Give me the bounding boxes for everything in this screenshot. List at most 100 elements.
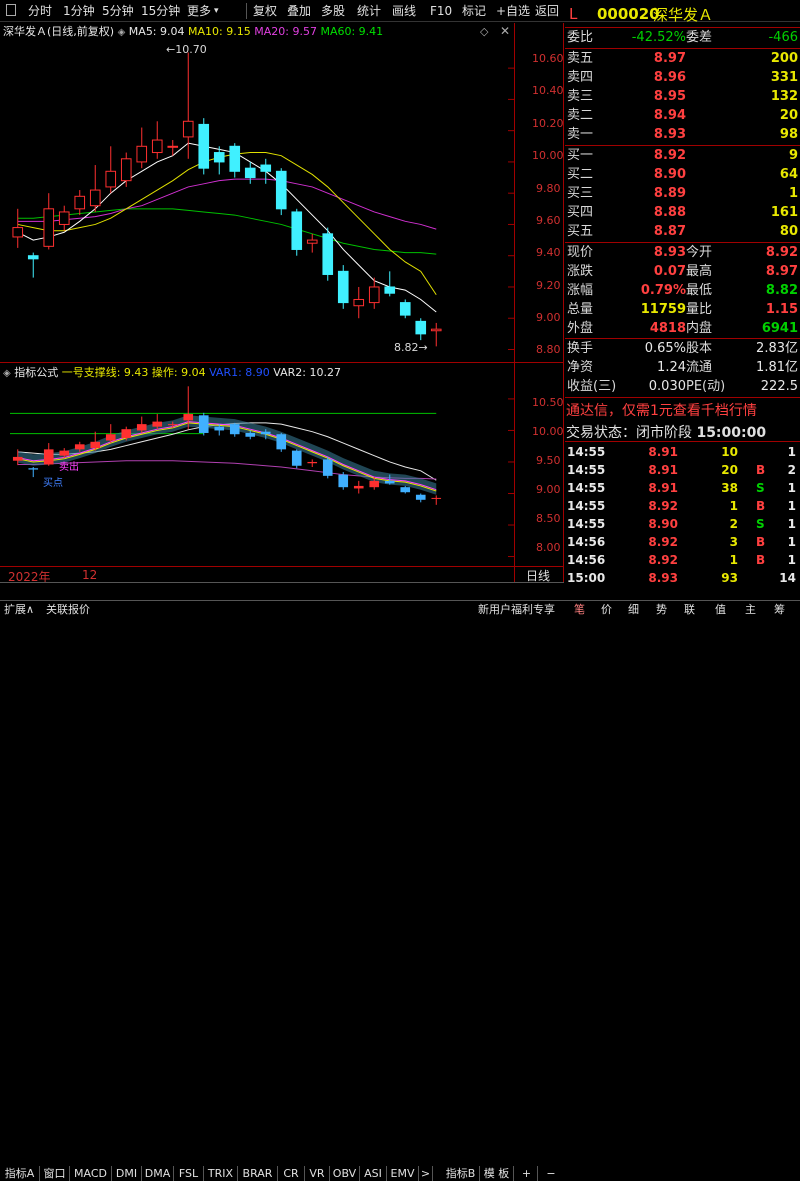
tick-direction: S [756,481,765,495]
indicator-settings-icon[interactable]: ◈ [3,368,11,379]
stat-value: 8.92 [765,245,798,260]
toolbar-btn-duogu[interactable]: 多股 [321,0,345,22]
stat-label: PE(动) [686,379,726,394]
side-tab-shi[interactable]: 势 [656,602,667,618]
stat-value: 222.5 [760,379,798,394]
ind-candle-body [198,415,209,433]
tab-add[interactable]: + [516,1166,538,1181]
candle-body [229,145,241,172]
toolbar-btn-fuquan[interactable]: 复权 [253,0,277,22]
tick-side: 1 [787,517,796,531]
tick-direction: B [756,535,766,549]
tab-window[interactable]: 窗口 [40,1166,70,1181]
price-tick: 9.40 [536,246,561,259]
tab-template[interactable]: 模 板 [480,1166,514,1181]
candle-body [275,170,287,210]
tab-emv[interactable]: EMV [387,1166,419,1181]
weibi-value: -42.52% [631,30,686,45]
side-tab-xi[interactable]: 细 [628,602,639,618]
ind-candle-body [276,434,287,450]
toolbar-btn-f10[interactable]: F10 [430,0,452,22]
tab-obv[interactable]: OBV [330,1166,360,1181]
ind-tick: 9.50 [536,454,561,467]
divider [565,397,800,398]
side-tab-jia[interactable]: 价 [601,602,612,618]
side-tab-chou[interactable]: 筹 [774,602,785,618]
promo-link[interactable]: 新用户福利专享 [478,602,555,618]
stat-label: 涨跌 [567,264,594,279]
weicha-label: 委差 [686,30,713,45]
ma20-label: MA20: 9.57 [254,25,317,38]
tab-fsl[interactable]: FSL [174,1166,204,1181]
ask-row: 卖五 8.97 200 [566,50,798,68]
settings-icon[interactable]: ◈ [118,27,126,38]
tab-next[interactable]: > [419,1166,433,1181]
tab-asi[interactable]: ASI [360,1166,387,1181]
tick-row: 14:55 8.91 38 S 1 [566,479,798,497]
tab-macd[interactable]: MACD [70,1166,112,1181]
toolbar-btn-back[interactable]: 返回 [535,0,559,22]
ask-row: 卖二 8.94 20 [566,107,798,125]
tab-cr[interactable]: CR [278,1166,305,1181]
candle-body [291,211,303,250]
side-tab-zhi[interactable]: 值 [715,602,726,618]
tab-vr[interactable]: VR [305,1166,330,1181]
toolbar-btn-zixuan[interactable]: +自选 [496,0,530,22]
stat-row: 涨跌 0.07 最高 8.97 [566,263,798,281]
tab-dma[interactable]: DMA [142,1166,174,1181]
toolbar-btn-5min[interactable]: 5分钟 [102,0,134,22]
stat-label: 股本 [686,341,713,356]
chevron-down-icon[interactable]: ▾ [214,0,219,22]
bid-row: 买三 8.89 1 [566,185,798,203]
tab-indicator-a[interactable]: 指标A [0,1166,40,1181]
bid-row: 买二 8.90 64 [566,166,798,184]
toolbar-btn-fenshi[interactable]: 分时 [28,0,52,22]
price-chart[interactable] [0,40,514,362]
tab-brar[interactable]: BRAR [238,1166,278,1181]
stat-row: 现价 8.93 今开 8.92 [566,244,798,262]
tab-remove[interactable]: − [540,1166,562,1181]
toolbar-btn-more[interactable]: 更多 [187,0,211,22]
ask-price: 8.94 [653,108,686,123]
candle-body [27,255,39,260]
toolbar-btn-huaxian[interactable]: 画线 [392,0,416,22]
chart-options-icon[interactable]: ◇ [480,25,488,38]
candle-body [167,145,179,148]
tab-indicator-b[interactable]: 指标B [442,1166,480,1181]
tick-row: 15:00 8.93 93 14 [566,569,798,587]
expand-button[interactable]: 扩展∧ [4,602,34,618]
promo-banner[interactable]: 通达信，仅需1元查看千档行情 [566,400,757,420]
ind-candle-body [105,434,116,441]
bid-label: 买二 [567,167,594,182]
bid-row: 买五 8.87 80 [566,223,798,241]
bid-price: 8.87 [653,224,686,239]
ind-tick: 9.00 [536,483,561,496]
related-quote-button[interactable]: 关联报价 [46,602,90,618]
bid-price: 8.89 [653,186,686,201]
toolbar-btn-tongji[interactable]: 统计 [357,0,381,22]
quote-header: L 000020 深华发Ａ [565,0,800,28]
tick-time: 14:55 [567,517,606,531]
side-tab-lian[interactable]: 联 [684,602,695,618]
price-tick: 10.40 [532,84,564,97]
tick-time: 14:56 [567,535,606,549]
toolbar-btn-1min[interactable]: 1分钟 [63,0,95,22]
tick-price: 8.92 [648,499,678,513]
ask-volume: 98 [779,127,798,142]
toolbar-btn-biaoji[interactable]: 标记 [462,0,486,22]
ask-row: 卖四 8.96 331 [566,69,798,87]
tick-time: 14:55 [567,463,606,477]
indicator-chart[interactable] [0,380,514,566]
chart-close-icon[interactable]: ✕ [500,24,510,38]
menu-icon[interactable] [6,4,16,16]
side-tab-bi[interactable]: 笔 [574,602,585,618]
ind-candle-body [245,432,256,437]
side-tab-zhu[interactable]: 主 [745,602,756,618]
candle-body [198,123,210,169]
indicator-tabs: 指标A 窗口 MACD DMI DMA FSL TRIX BRAR CR VR … [0,582,564,1181]
toolbar-btn-15min[interactable]: 15分钟 [141,0,180,22]
toolbar-btn-diejia[interactable]: 叠加 [287,0,311,22]
tab-trix[interactable]: TRIX [204,1166,238,1181]
tab-dmi[interactable]: DMI [112,1166,142,1181]
candle-body [260,164,272,172]
